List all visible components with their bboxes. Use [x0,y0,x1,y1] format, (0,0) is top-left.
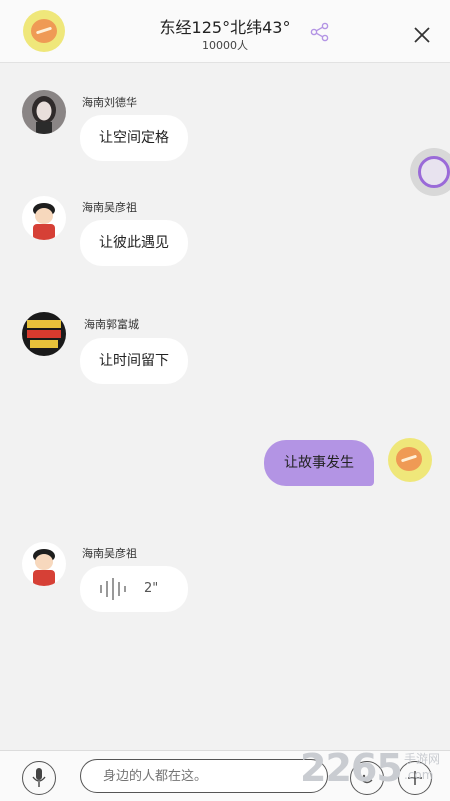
voice-input-button[interactable] [22,761,56,795]
message-input[interactable] [80,759,328,793]
share-icon[interactable] [310,22,330,42]
my-message-avatar[interactable] [388,438,432,482]
message-bubble-3[interactable]: 让时间留下 [80,338,188,384]
avatar-sender-3[interactable] [22,312,66,356]
sender-name-3: 海南郭富城 [84,318,139,331]
chat-title-block: 东经125°北纬43° 10000人 [140,18,310,53]
close-icon[interactable] [410,23,434,47]
floating-action-button[interactable] [410,148,450,196]
watermark: 2265 手游网 .com [300,742,450,798]
sender-name-2: 海南吴彦祖 [82,201,137,214]
watermark-text: 手游网 [404,752,441,766]
my-avatar[interactable] [23,10,65,52]
voice-wave-icon [100,578,126,600]
avatar-sender-2[interactable] [22,196,66,240]
my-message-bubble[interactable]: 让故事发生 [264,440,374,486]
member-count: 10000人 [202,39,248,52]
chat-header: 东经125°北纬43° 10000人 [0,0,450,63]
mic-icon [32,768,46,787]
voice-message-bubble[interactable]: 2" [80,566,188,612]
sender-name-1: 海南刘德华 [82,96,137,109]
watermark-number: 2265 [300,746,403,790]
message-bubble-1[interactable]: 让空间定格 [80,115,188,161]
avatar-sender-4[interactable] [22,542,66,586]
chat-title: 东经125°北纬43° [159,18,291,37]
watermark-domain: .com [404,768,434,782]
voice-duration: 2" [144,581,159,596]
message-bubble-2[interactable]: 让彼此遇见 [80,220,188,266]
sender-name-4: 海南吴彦祖 [82,547,137,560]
avatar-sender-1[interactable] [22,90,66,134]
